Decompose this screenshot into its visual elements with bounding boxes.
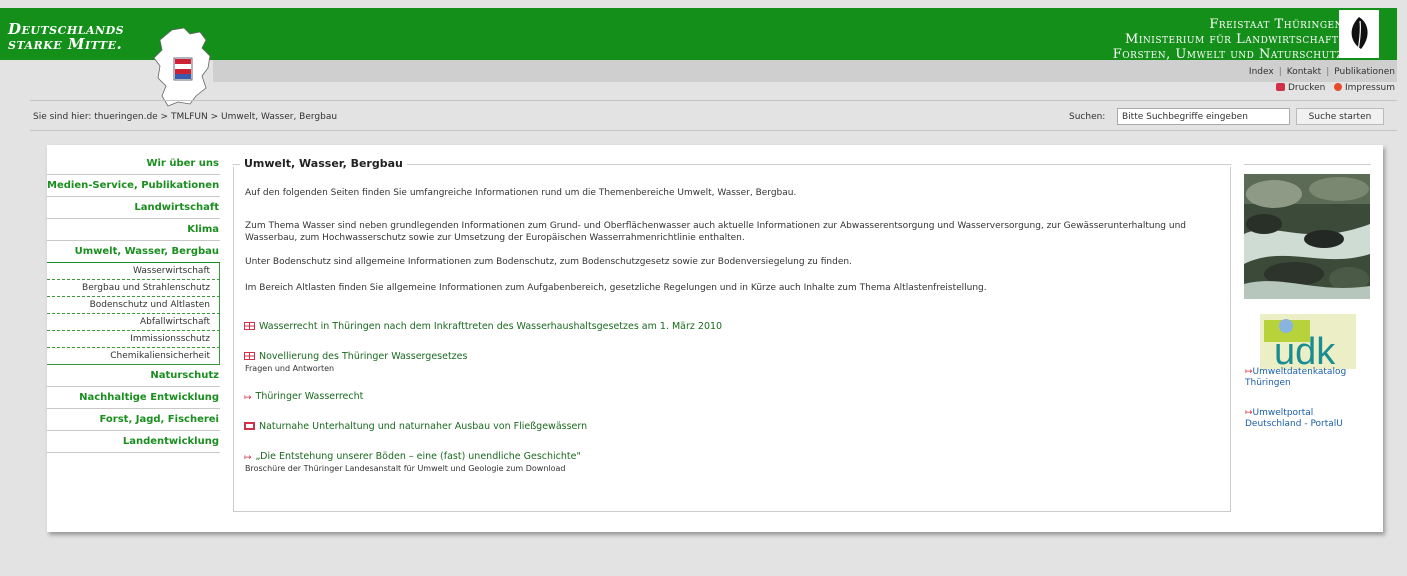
link-line: Umweltdatenkatalog: [1252, 367, 1347, 377]
nav-item-klima[interactable]: Klima: [47, 219, 220, 241]
link-text[interactable]: Novellierung des Thüringer Wassergesetze…: [259, 351, 467, 362]
ministry-line2: Ministerium für Landwirtschaft,: [1125, 32, 1343, 47]
nav-item-naturschutz[interactable]: Naturschutz: [47, 365, 220, 387]
link-text[interactable]: Thüringer Wasserrecht: [256, 391, 364, 402]
nav-item-landwirtschaft[interactable]: Landwirtschaft: [47, 197, 220, 219]
content-link[interactable]: Naturnahe Unterhaltung und naturnaher Au…: [244, 421, 587, 432]
impressum-link[interactable]: Impressum: [1345, 83, 1395, 93]
ministry-line1: Freistaat Thüringen: [1209, 17, 1343, 32]
germany-map-icon[interactable]: [150, 26, 220, 108]
separator: |: [1278, 67, 1282, 77]
external-arrow-icon: ↦: [1245, 408, 1253, 418]
nav-item-nachhaltige-entwicklung[interactable]: Nachhaltige Entwicklung: [47, 387, 220, 409]
leaf-icon: [1351, 17, 1368, 52]
content-link[interactable]: Wasserrecht in Thüringen nach dem Inkraf…: [244, 321, 722, 332]
pdf-icon: [244, 422, 255, 430]
divider: [30, 100, 1397, 101]
kontakt-link[interactable]: Kontakt: [1287, 67, 1321, 77]
stream-image-icon: [1244, 174, 1370, 299]
divider: [30, 130, 1397, 131]
link-line: Deutschland - PortalU: [1245, 419, 1343, 429]
nav-item-forst-jagd-fischerei[interactable]: Forst, Jagd, Fischerei: [47, 409, 220, 431]
paragraph: Im Bereich Altlasten finden Sie allgemei…: [245, 283, 987, 293]
right-column-rule: [1244, 164, 1371, 165]
content-link[interactable]: Novellierung des Thüringer Wassergesetze…: [244, 351, 467, 362]
printer-icon: [1275, 83, 1285, 91]
search-label: Suchen:: [1069, 112, 1106, 122]
nav-item-landentwicklung[interactable]: Landentwicklung: [47, 431, 220, 453]
top-links: Index | Kontakt | Publikationen: [1249, 67, 1395, 77]
external-arrow-icon: ↦: [244, 453, 252, 463]
content-link[interactable]: ↦ „Die Entstehung unserer Böden – eine (f…: [244, 451, 581, 463]
breadcrumb[interactable]: Sie sind hier: thueringen.de > TMLFUN > …: [33, 112, 337, 122]
drucken-link[interactable]: Drucken: [1288, 83, 1325, 93]
nav-item-wir-ueber-uns[interactable]: Wir über uns: [47, 153, 220, 175]
search-input[interactable]: [1117, 108, 1290, 125]
paragraph: Zum Thema Wasser sind neben grundlegende…: [245, 221, 1186, 243]
umweltportal-link[interactable]: ↦Umweltportal Deutschland - PortalU: [1245, 408, 1343, 430]
document-link-icon: [244, 322, 255, 330]
header-subband: [213, 60, 1397, 82]
nav-item-umwelt-wasser-bergbau[interactable]: Umwelt, Wasser, Bergbau: [47, 241, 220, 263]
udk-logo[interactable]: udk: [1260, 314, 1356, 373]
paragraph: Auf den folgenden Seiten finden Sie umfa…: [245, 188, 797, 198]
subnav-item-abfallwirtschaft[interactable]: Abfallwirtschaft: [47, 314, 220, 331]
link-line: Umweltportal: [1252, 408, 1314, 418]
nav-item-medien-service[interactable]: Medien-Service, Publikationen: [47, 175, 220, 197]
paragraph: Unter Bodenschutz sind allgemeine Inform…: [245, 257, 852, 267]
link-description: Fragen und Antworten: [245, 364, 335, 373]
search-button[interactable]: Suche starten: [1296, 108, 1384, 125]
subnav-item-wasserwirtschaft[interactable]: Wasserwirtschaft: [47, 263, 220, 280]
leaf-logo: [1339, 10, 1379, 58]
umweltdatenkatalog-link[interactable]: ↦Umweltdatenkatalog Thüringen: [1245, 367, 1346, 389]
link-text[interactable]: Wasserrecht in Thüringen nach dem Inkraf…: [259, 321, 722, 332]
external-arrow-icon: ↦: [1245, 367, 1253, 377]
brand-line2: starke Mitte.: [8, 35, 123, 53]
external-arrow-icon: ↦: [244, 393, 252, 403]
subnav-item-chemikaliensicherheit[interactable]: Chemikaliensicherheit: [47, 348, 220, 365]
link-description: Broschüre der Thüringer Landesanstalt fü…: [245, 464, 566, 473]
impressum-icon: [1333, 83, 1342, 91]
subnav-item-immissionsschutz[interactable]: Immissionsschutz: [47, 331, 220, 348]
udk-logo-icon: udk: [1264, 319, 1336, 373]
page-title: Umwelt, Wasser, Bergbau: [240, 157, 407, 170]
udk-text: udk: [1274, 331, 1336, 369]
publikationen-link[interactable]: Publikationen: [1334, 67, 1395, 77]
index-link[interactable]: Index: [1249, 67, 1274, 77]
link-line: Thüringen: [1245, 378, 1291, 388]
content-link[interactable]: ↦ Thüringer Wasserrecht: [244, 391, 364, 403]
utility-links: Drucken Impressum: [1275, 83, 1395, 93]
separator: |: [1326, 67, 1330, 77]
document-link-icon: [244, 352, 255, 360]
link-text[interactable]: „Die Entstehung unserer Böden – eine (fa…: [256, 451, 581, 462]
subnav-item-bodenschutz[interactable]: Bodenschutz und Altlasten: [47, 297, 220, 314]
subnav-item-bergbau[interactable]: Bergbau und Strahlenschutz: [47, 280, 220, 297]
brand-slogan[interactable]: Deutschlands starke Mitte.: [8, 22, 124, 52]
stream-photo: [1244, 174, 1370, 299]
left-navigation: Wir über uns Medien-Service, Publikation…: [47, 153, 220, 453]
content-card: Wir über uns Medien-Service, Publikation…: [47, 145, 1383, 532]
link-text[interactable]: Naturnahe Unterhaltung und naturnaher Au…: [259, 421, 587, 432]
ministry-name[interactable]: Freistaat Thüringen Ministerium für Land…: [1113, 17, 1343, 62]
